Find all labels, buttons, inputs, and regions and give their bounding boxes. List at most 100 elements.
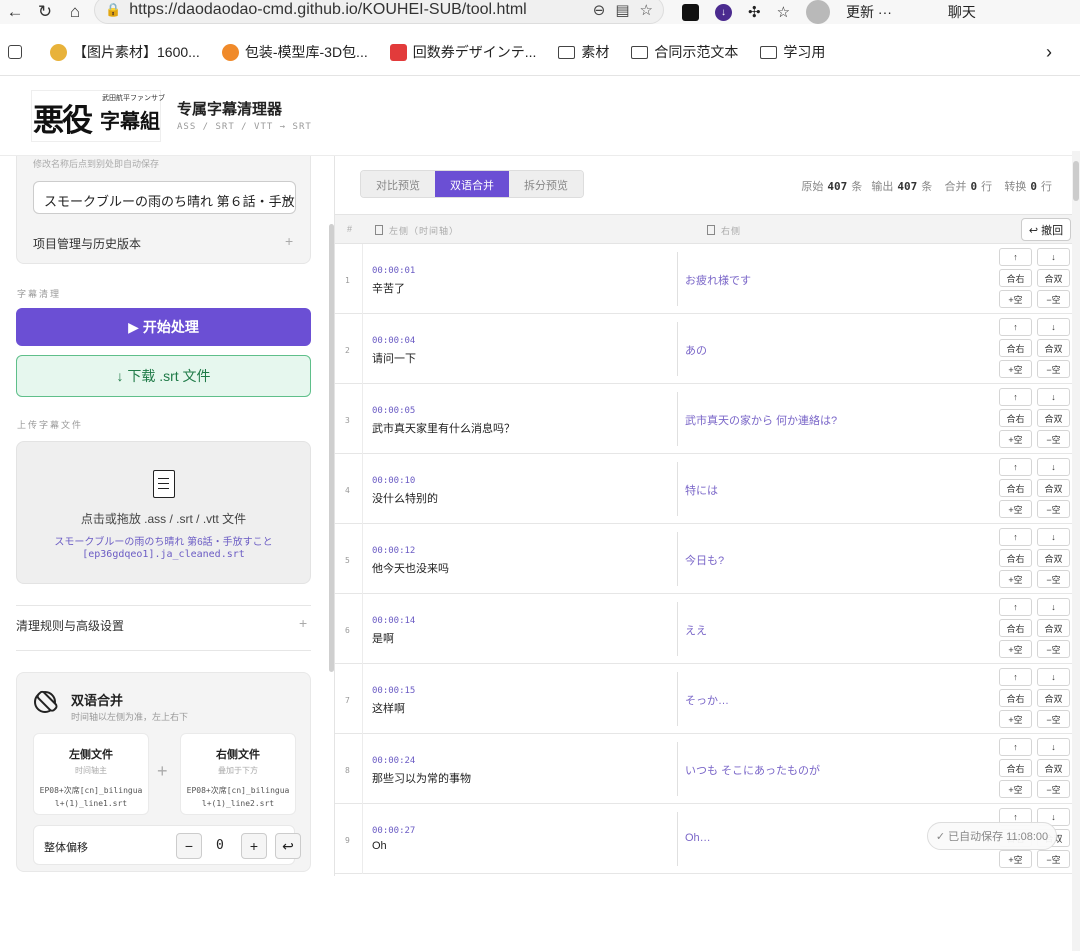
merge-double-button[interactable]: 合双 — [1037, 339, 1070, 357]
move-down-button[interactable]: ↓ — [1037, 458, 1070, 476]
remove-empty-button[interactable]: −空 — [1037, 780, 1070, 798]
merge-double-button[interactable]: 合双 — [1037, 759, 1070, 777]
merge-double-button[interactable]: 合双 — [1037, 409, 1070, 427]
home-icon[interactable]: ⌂ — [60, 0, 90, 24]
merge-double-button[interactable]: 合双 — [1037, 269, 1070, 287]
download-extension-icon[interactable]: ↓ — [715, 3, 732, 21]
merge-right-button[interactable]: 合右 — [999, 759, 1032, 777]
tab-compare-preview[interactable]: 对比预览 — [361, 171, 435, 197]
add-empty-button[interactable]: +空 — [999, 290, 1032, 308]
remove-empty-button[interactable]: −空 — [1037, 850, 1070, 868]
row-right-text[interactable]: ええ — [685, 622, 707, 638]
merge-right-button[interactable]: 合右 — [999, 269, 1032, 287]
remove-empty-button[interactable]: −空 — [1037, 290, 1070, 308]
remove-empty-button[interactable]: −空 — [1037, 500, 1070, 518]
avatar[interactable] — [806, 0, 831, 24]
row-right-text[interactable]: あの — [685, 342, 707, 358]
merge-double-button[interactable]: 合双 — [1037, 619, 1070, 637]
add-empty-button[interactable]: +空 — [999, 640, 1032, 658]
page-scrollbar[interactable] — [1072, 151, 1080, 951]
move-up-button[interactable]: ↑ — [999, 528, 1032, 546]
row-left-text[interactable]: 没什么特别的 — [372, 490, 438, 506]
remove-empty-button[interactable]: −空 — [1037, 710, 1070, 728]
chevron-right-icon[interactable]: › — [1046, 42, 1052, 63]
plus-icon[interactable]: + — [299, 615, 307, 631]
file-dropzone[interactable]: 点击或拖放 .ass / .srt / .vtt 文件 スモークブルーの雨のち晴… — [16, 441, 311, 584]
zoom-icon[interactable]: ⊖ — [593, 1, 606, 19]
add-empty-button[interactable]: +空 — [999, 360, 1032, 378]
merge-right-button[interactable]: 合右 — [999, 619, 1032, 637]
row-left-text[interactable]: 他今天也没来吗 — [372, 560, 449, 576]
row-right-text[interactable]: 武市真天の家から 何か連絡は? — [685, 412, 837, 428]
merge-right-button[interactable]: 合右 — [999, 549, 1032, 567]
project-select[interactable]: スモークブルーの雨のち晴れ 第６話・手放すこと ⌄ — [33, 181, 296, 214]
move-down-button[interactable]: ↓ — [1037, 668, 1070, 686]
tab-split-preview[interactable]: 拆分预览 — [509, 171, 583, 197]
merge-double-button[interactable]: 合双 — [1037, 479, 1070, 497]
add-empty-button[interactable]: +空 — [999, 780, 1032, 798]
favorite-star-icon[interactable]: ☆ — [640, 1, 653, 19]
move-up-button[interactable]: ↑ — [999, 668, 1032, 686]
row-left-text[interactable]: 那些习以为常的事物 — [372, 770, 471, 786]
add-empty-button[interactable]: +空 — [999, 430, 1032, 448]
merge-double-button[interactable]: 合双 — [1037, 549, 1070, 567]
move-up-button[interactable]: ↑ — [999, 738, 1032, 756]
remove-empty-button[interactable]: −空 — [1037, 360, 1070, 378]
chat-button[interactable]: 聊天 — [948, 2, 976, 22]
merge-double-button[interactable]: 合双 — [1037, 689, 1070, 707]
row-left-text[interactable]: Oh — [372, 840, 387, 852]
merge-right-button[interactable]: 合右 — [999, 339, 1032, 357]
offset-minus-button[interactable]: − — [176, 833, 202, 859]
row-left-text[interactable]: 请问一下 — [372, 350, 416, 366]
row-left-text[interactable]: 这样啊 — [372, 700, 405, 716]
move-up-button[interactable]: ↑ — [999, 318, 1032, 336]
tab-actions-icon[interactable] — [8, 45, 28, 59]
move-down-button[interactable]: ↓ — [1037, 598, 1070, 616]
add-empty-button[interactable]: +空 — [999, 850, 1032, 868]
row-left-text[interactable]: 武市真天家里有什么消息吗？ — [372, 420, 515, 436]
move-up-button[interactable]: ↑ — [999, 598, 1032, 616]
extension-icon[interactable] — [682, 3, 699, 21]
remove-empty-button[interactable]: −空 — [1037, 430, 1070, 448]
offset-value[interactable]: 0 — [216, 838, 224, 853]
offset-reset-button[interactable]: ↩ — [275, 833, 301, 859]
tab-bilingual-merge[interactable]: 双语合并 — [435, 171, 509, 197]
row-left-text[interactable]: 辛苦了 — [372, 280, 405, 296]
move-down-button[interactable]: ↓ — [1037, 738, 1070, 756]
add-empty-button[interactable]: +空 — [999, 710, 1032, 728]
row-right-text[interactable]: Oh… — [685, 832, 711, 844]
undo-button[interactable]: ↩ 撤回 — [1021, 218, 1071, 241]
copilot-icon[interactable] — [908, 1, 932, 23]
reload-icon[interactable]: ↻ — [30, 0, 60, 24]
url-text[interactable]: https://daodaodao-cmd.github.io/KOUHEI-S… — [129, 1, 583, 19]
lock-icon[interactable]: 🔒 — [105, 2, 121, 18]
merge-right-button[interactable]: 合右 — [999, 409, 1032, 427]
scrollbar-thumb[interactable] — [1073, 161, 1079, 201]
move-up-button[interactable]: ↑ — [999, 248, 1032, 266]
move-down-button[interactable]: ↓ — [1037, 318, 1070, 336]
bookmark-3[interactable]: 回数券デザインテ... — [389, 42, 536, 62]
bookmark-2[interactable]: 包装-模型库-3D包... — [221, 42, 368, 62]
favorites-icon[interactable]: ☆ — [777, 3, 790, 21]
start-processing-button[interactable]: ▶ 开始处理 — [16, 308, 311, 346]
move-down-button[interactable]: ↓ — [1037, 248, 1070, 266]
row-right-text[interactable]: 特には — [685, 482, 718, 498]
move-down-button[interactable]: ↓ — [1037, 388, 1070, 406]
merge-right-button[interactable]: 合右 — [999, 689, 1032, 707]
row-right-text[interactable]: そっか… — [685, 692, 729, 708]
offset-plus-button[interactable]: + — [241, 833, 267, 859]
bookmark-4[interactable]: 素材 — [558, 42, 609, 62]
move-up-button[interactable]: ↑ — [999, 388, 1032, 406]
move-down-button[interactable]: ↓ — [1037, 528, 1070, 546]
merge-right-button[interactable]: 合右 — [999, 479, 1032, 497]
row-right-text[interactable]: 今日も? — [685, 552, 724, 568]
reader-icon[interactable]: ▤ — [615, 1, 629, 19]
bookmark-1[interactable]: 【图片素材】1600... — [50, 42, 200, 62]
download-srt-button[interactable]: ↓ 下载 .srt 文件 — [16, 355, 311, 397]
rules-toggle[interactable]: 清理规则与高级设置 — [16, 617, 124, 634]
back-icon[interactable]: ← — [0, 0, 30, 24]
row-right-text[interactable]: お疲れ様です — [685, 272, 751, 288]
plus-icon[interactable]: + — [285, 233, 293, 249]
bookmark-5[interactable]: 合同示范文本 — [631, 42, 738, 62]
move-up-button[interactable]: ↑ — [999, 458, 1032, 476]
